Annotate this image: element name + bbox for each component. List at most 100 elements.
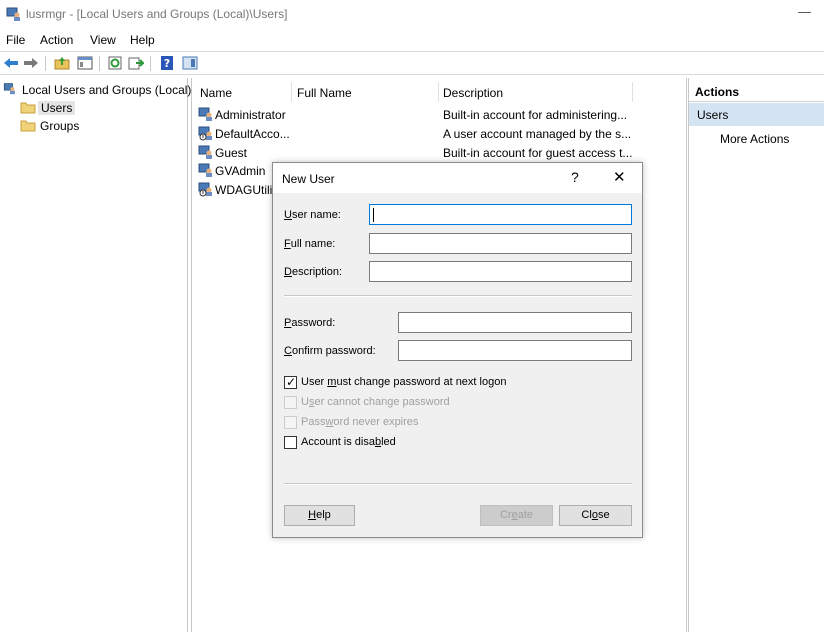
close-icon[interactable]: ✕ [613,168,626,186]
dialog-help-icon[interactable]: ? [571,169,579,185]
action-pane-icon[interactable] [182,55,198,71]
export-list-icon[interactable] [128,55,144,71]
cannot-change-password-checkbox[interactable]: User cannot change password [284,395,584,411]
tree-pane: Local Users and Groups (Local) Users Gro… [0,78,192,632]
menu-file[interactable]: File [6,33,25,47]
mnemonic: H [308,509,317,521]
column-header-name[interactable]: Name [192,80,292,104]
cell-name: Administrator [215,108,286,122]
actions-section-users[interactable]: Users [689,103,824,126]
description-label: Description: [284,266,342,278]
user-icon [198,145,212,159]
password-label: Password: [284,317,335,329]
disabled-user-icon [198,126,212,141]
users-groups-icon [3,83,15,95]
dialog-title: New User [282,172,335,186]
checkbox-label: Password never expires [301,416,418,428]
checkbox-box [284,436,297,449]
checkbox-box: ✓ [284,375,297,389]
checkbox-label: Account is disabled [301,436,396,448]
tree-item-users[interactable]: Users [20,99,120,116]
back-icon[interactable] [3,55,19,71]
column-divider[interactable] [632,82,633,102]
table-row[interactable]: Guest Built-in account for guest access … [192,143,688,162]
menu-view[interactable]: View [90,33,116,47]
create-button[interactable]: Create [480,505,553,526]
user-icon [198,163,212,177]
show-hide-tree-icon[interactable] [77,55,93,71]
account-disabled-checkbox[interactable]: Account is disabled [284,435,584,451]
toolbar: ? [0,51,824,75]
mnemonic: D [284,266,292,278]
tree-root-label: Local Users and Groups (Local) [22,83,192,97]
table-row[interactable]: DefaultAcco... A user account managed by… [192,124,688,143]
checkbox-label: User must change password at next logon [301,376,506,388]
button-label: se [597,509,610,521]
minimize-button[interactable]: — [798,4,811,19]
tree-item-label: Users [38,101,76,115]
divider [284,295,632,297]
checkbox-box [284,396,297,409]
svg-text:?: ? [164,57,170,70]
confirm-password-field[interactable] [398,340,632,361]
description-field[interactable] [369,261,632,282]
close-button[interactable]: Close [559,505,632,526]
folder-icon [20,120,36,132]
label-text: User [301,376,328,388]
disabled-user-icon [198,182,212,197]
actions-header: Actions [689,80,824,102]
help-icon[interactable]: ? [159,55,175,71]
table-row[interactable]: Administrator Built-in account for admin… [192,105,688,124]
column-header-full-name[interactable]: Full Name [292,80,440,104]
help-button[interactable]: Help [284,505,355,526]
label-text: led [381,436,396,448]
divider [284,483,632,485]
checkmark-icon: ✓ [286,375,297,389]
menu-action[interactable]: Action [40,33,73,47]
column-header-label: Name [200,86,233,100]
window-title: lusrmgr - [Local Users and Groups (Local… [26,7,288,21]
column-header-label: Description [443,86,504,100]
must-change-password-checkbox[interactable]: ✓ User must change password at next logo… [284,375,584,391]
label-text: ust change password at next logon [336,376,507,388]
toolbar-separator [99,56,100,71]
refresh-icon[interactable] [107,55,123,71]
user-name-label: User name: [284,209,341,221]
title-bar: lusrmgr - [Local Users and Groups (Local… [0,0,824,29]
label-text: ord never expires [333,416,419,428]
label-text: onfirm password: [291,345,376,357]
column-header-label: Full Name [297,86,352,100]
mnemonic: F [284,238,291,250]
users-app-icon [6,7,20,21]
column-header-description[interactable]: Description [439,80,629,104]
button-label: elp [316,509,331,521]
user-name-field[interactable] [369,204,632,225]
cell-description: A user account managed by the s... [443,127,632,141]
menu-bar: File Action View Help [0,30,824,50]
label-text: ser name: [291,209,341,221]
tree-root[interactable]: Local Users and Groups (Local) [2,81,192,98]
up-folder-icon[interactable] [54,55,70,71]
full-name-field[interactable] [369,233,632,254]
forward-icon[interactable] [23,55,39,71]
button-label: Cr [499,509,512,521]
toolbar-separator [150,56,151,71]
label-text: U [301,396,309,408]
dialog-title-bar: New User ? ✕ [273,163,642,193]
tree-item-label: Groups [40,119,80,133]
tree-item-groups[interactable]: Groups [20,117,120,134]
user-icon [198,107,212,121]
checkbox-label: User cannot change password [301,396,450,408]
password-field[interactable] [398,312,632,333]
mnemonic: C [284,345,292,357]
label-text: er cannot change password [314,396,450,408]
cell-description: Built-in account for administering... [443,108,628,122]
more-actions-link[interactable]: More Actions [720,132,789,146]
button-label: ate [517,509,534,521]
label-text: Account is disa [301,436,375,448]
confirm-password-label: Confirm password: [284,345,376,357]
toolbar-separator [45,56,46,71]
menu-help[interactable]: Help [130,33,155,47]
cell-name: Guest [215,146,248,160]
password-never-expires-checkbox[interactable]: Password never expires [284,415,584,431]
